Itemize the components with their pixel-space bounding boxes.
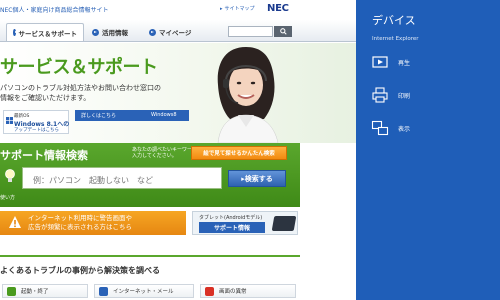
warning-line: インターネット利用時に警告画面や [28,214,132,222]
search-icon [279,28,287,35]
troubles-title: よくあるトラブルの事例から解決策を調べる [0,266,160,275]
tablet-caption: タブレット(Androidモデル) [199,215,263,221]
banner-subcaption: アップデートはこちら [14,128,59,133]
play-to-icon [372,56,388,68]
tab-service-support[interactable]: サービス＆サポート [6,23,84,41]
charm-item-label: 表示 [398,126,411,133]
trouble-screen-issue[interactable]: 画面の異常 [200,284,296,298]
hero-description-line: パソコンのトラブル対処方法やお問い合わせ窓口の [0,84,161,92]
power-icon [7,287,16,296]
charm-app-name: Internet Explorer [372,36,419,42]
site-search-input[interactable] [228,26,273,37]
arrow-circle-icon [13,29,18,36]
tab-mypage[interactable]: マイページ [143,23,201,41]
warning-banner-text: インターネット利用時に警告画面や 広告が頻繁に表示される方はこちら [28,214,132,232]
trouble-internet-mail[interactable]: インターネット・メール [94,284,194,298]
trouble-label: 起動・終了 [21,289,49,295]
warning-icon [9,216,21,228]
charm-item-play[interactable]: 再生 [356,50,500,76]
printer-icon [372,87,388,103]
details-label: 詳しくはこちら [81,113,117,119]
windows8-badge: Windows8 [151,112,177,118]
tablet-support-label: サポート情報 [199,222,265,233]
globe-icon [99,287,108,296]
tab-usage-info[interactable]: 活用情報 [86,23,141,41]
support-search-input[interactable] [23,170,221,191]
windows8-details-link[interactable]: 詳しくはこちら Windows8 [75,110,189,121]
right-column [300,143,356,207]
hero-description-line: 情報をご確認いただけます。 [0,94,91,102]
support-search-panel: サポート情報検索 あなたの調べたいキーワードを 入力してください。 絵で見て探せ… [0,143,300,207]
hero-title: サービス＆サポート [0,57,158,78]
windows81-update-banner[interactable]: 最新OS Windows 8.1への アップデートはこちら [3,110,69,134]
search-submit-button[interactable]: ▸検索する [228,170,286,187]
lightbulb-icon [5,169,15,182]
devices-charm-panel: デバイス Internet Explorer 再生 印刷 表示 [356,0,500,300]
support-search-field[interactable] [22,167,222,191]
arrow-circle-icon [92,28,99,36]
charm-item-label: 再生 [398,60,411,67]
trouble-label: 画面の異常 [219,289,247,295]
tablet-support-banner[interactable]: タブレット(Androidモデル) サポート情報 [192,211,298,235]
tablet-icon [271,216,297,231]
hero-description: パソコンのトラブル対処方法やお問い合わせ窓口の 情報をご確認いただけます。 [0,83,161,103]
tab-label: 活用情報 [102,29,128,37]
nec-logo[interactable]: NEC [267,3,289,14]
warning-line: 広告が頻繁に表示される方はこちら [28,223,132,231]
arrow-circle-icon [149,28,156,36]
trouble-startup-shutdown[interactable]: 起動・終了 [2,284,88,298]
warning-popup-banner[interactable]: インターネット利用時に警告画面や 広告が頻繁に表示される方はこちら [0,211,186,235]
windows-logo-icon [6,117,13,124]
web-page: NEC個人・家庭向け商品総合情報サイト サイトマップ NEC サービス＆サポート… [0,0,356,300]
hero-section: サービス＆サポート パソコンのトラブル対処方法やお問い合わせ窓口の 情報をご確認… [0,43,356,143]
site-name-link[interactable]: NEC個人・家庭向け商品総合情報サイト [0,5,108,14]
tab-label: サービス＆サポート [18,29,78,38]
support-operator-image [217,47,279,143]
visual-search-button[interactable]: 絵で見て探せるかんたん検索 [191,146,287,160]
project-icon [371,120,389,136]
top-bar: NEC個人・家庭向け商品総合情報サイト サイトマップ NEC [0,0,356,19]
charm-title: デバイス [372,14,416,27]
trouble-label: インターネット・メール [113,289,174,295]
search-panel-title: サポート情報検索 [0,149,88,162]
main-nav: サービス＆サポート 活用情報 マイページ [0,20,356,42]
site-search-button[interactable] [274,26,292,37]
charm-item-print[interactable]: 印刷 [356,83,500,109]
tab-label: マイページ [159,29,192,37]
common-troubles-section: よくあるトラブルの事例から解決策を調べる 起動・終了 インターネット・メール 画… [0,255,300,300]
screen-error-icon [205,287,214,296]
charm-item-project[interactable]: 表示 [356,116,500,142]
sitemap-link[interactable]: サイトマップ [220,5,255,12]
charm-item-label: 印刷 [398,93,411,100]
search-usage-link[interactable]: 使い方 [0,194,15,201]
